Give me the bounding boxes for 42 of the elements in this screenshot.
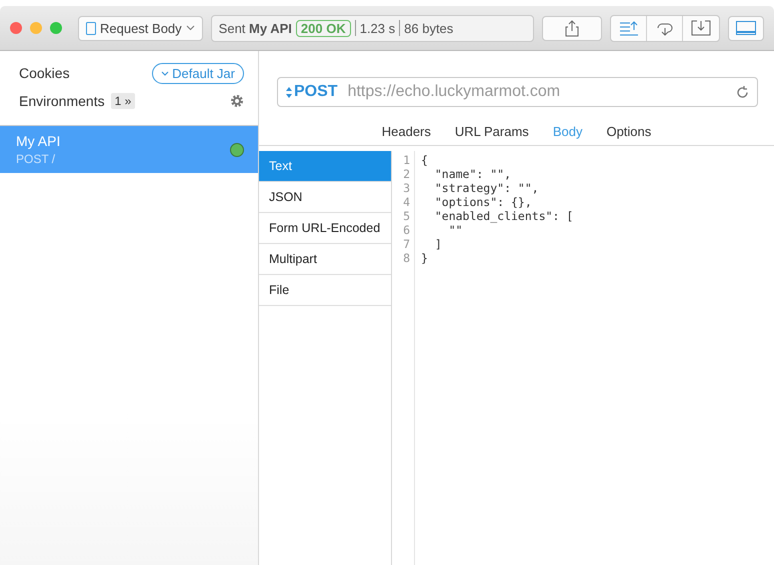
line-number: 6 bbox=[402, 223, 410, 237]
code-line: { bbox=[421, 153, 429, 167]
line-number: 5 bbox=[402, 209, 410, 223]
close-button[interactable] bbox=[10, 22, 22, 34]
line-number: 2 bbox=[402, 167, 410, 181]
response-time: 1.23 s bbox=[360, 20, 396, 36]
status-code: 200 OK bbox=[296, 20, 351, 36]
download-icon bbox=[691, 20, 711, 36]
line-number: 3 bbox=[402, 181, 410, 195]
environments-label: Environments bbox=[19, 93, 105, 109]
panel-icon bbox=[736, 21, 756, 35]
status-text: Sent My API bbox=[218, 20, 292, 36]
code-line: } bbox=[421, 251, 429, 265]
code-line: "" bbox=[448, 223, 464, 237]
settings-icon[interactable] bbox=[230, 94, 244, 108]
chevron-icon bbox=[161, 70, 170, 76]
tab[interactable]: Headers bbox=[382, 124, 431, 139]
cookies-label: Cookies bbox=[19, 65, 70, 81]
document-icon bbox=[86, 22, 96, 34]
share-button[interactable] bbox=[542, 16, 602, 40]
line-number: 7 bbox=[402, 237, 410, 251]
code-line: ] bbox=[434, 237, 443, 251]
response-size: 86 bytes bbox=[404, 20, 454, 36]
line-number: 8 bbox=[402, 251, 410, 265]
request-name: My API bbox=[16, 133, 60, 149]
code-line: "strategy": "", bbox=[434, 181, 540, 195]
body-menu-button[interactable]: Request Body bbox=[78, 16, 203, 40]
line-number: 4 bbox=[402, 195, 410, 209]
environment-count[interactable]: 1 » bbox=[110, 93, 136, 109]
tab[interactable]: Options bbox=[606, 124, 652, 139]
tab[interactable]: URL Params bbox=[454, 124, 529, 139]
updown-icon bbox=[286, 86, 292, 98]
caret-icon bbox=[186, 25, 195, 31]
share-icon bbox=[565, 20, 579, 36]
reload-icon[interactable] bbox=[736, 86, 749, 98]
code-line: "name": "", bbox=[434, 167, 512, 181]
lines-icon bbox=[618, 20, 638, 36]
request-path: POST / bbox=[16, 152, 56, 166]
panel-toggle-button[interactable] bbox=[728, 16, 764, 40]
line-number: 1 bbox=[402, 153, 410, 167]
code-line: "options": {}, bbox=[434, 195, 533, 209]
code-line: "enabled_clients": [ bbox=[434, 209, 574, 223]
